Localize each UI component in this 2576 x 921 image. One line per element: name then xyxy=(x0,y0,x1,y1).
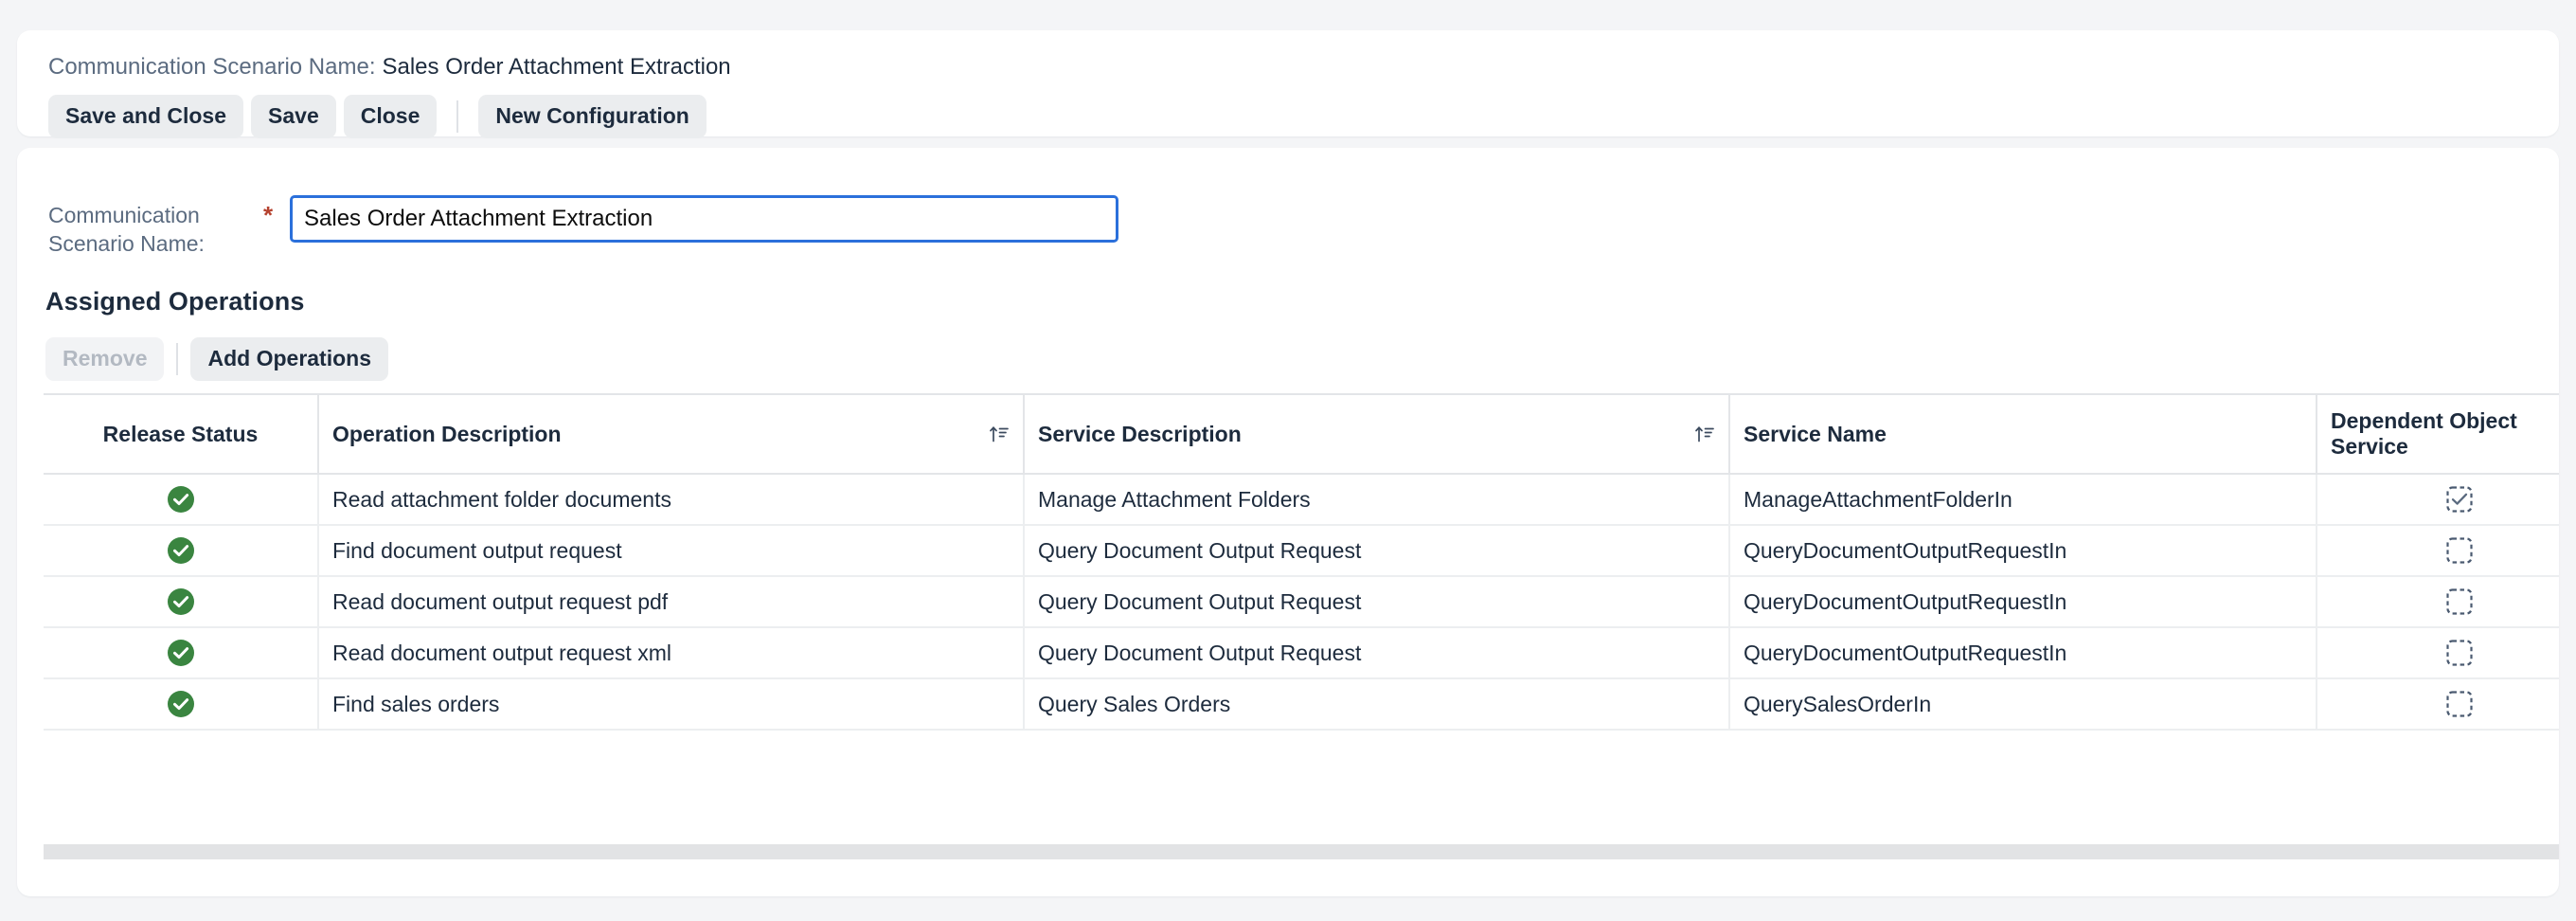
assigned-operations-title: Assigned Operations xyxy=(45,287,304,316)
toolbar-divider xyxy=(456,100,458,133)
cell-release-status xyxy=(44,474,318,525)
scenario-header-line: Communication Scenario Name: Sales Order … xyxy=(48,54,731,81)
table-row[interactable]: Find sales ordersQuery Sales OrdersQuery… xyxy=(44,678,2559,730)
scenario-header-value: Sales Order Attachment Extraction xyxy=(382,54,730,80)
column-header-release-status[interactable]: Release Status xyxy=(44,394,318,474)
dashed-checkbox-unchecked-icon[interactable] xyxy=(2445,536,2474,565)
dashed-checkbox-unchecked-icon[interactable] xyxy=(2445,639,2474,667)
dashed-checkbox-unchecked-icon[interactable] xyxy=(2445,690,2474,718)
table-body: Read attachment folder documentsManage A… xyxy=(44,474,2559,730)
cell-dependent-object-service[interactable] xyxy=(2317,576,2559,627)
main-content-card: Communication Scenario Name: * Assigned … xyxy=(17,148,2559,896)
column-header-operation-description[interactable]: Operation Description xyxy=(318,394,1024,474)
cell-service-name: QueryDocumentOutputRequestIn xyxy=(1729,576,2317,627)
column-header-service-description[interactable]: Service Description xyxy=(1024,394,1729,474)
horizontal-scrollbar[interactable] xyxy=(44,844,2559,859)
cell-service-name: QueryDocumentOutputRequestIn xyxy=(1729,627,2317,678)
table-toolbar-divider xyxy=(176,343,178,375)
dashed-checkbox-checked-icon[interactable] xyxy=(2445,485,2474,514)
cell-release-status xyxy=(44,576,318,627)
close-button[interactable]: Close xyxy=(344,95,438,138)
new-configuration-button[interactable]: New Configuration xyxy=(478,95,706,138)
column-header-operation-description-label: Operation Description xyxy=(332,422,562,447)
table-row[interactable]: Find document output requestQuery Docume… xyxy=(44,525,2559,576)
table-row[interactable]: Read document output request pdfQuery Do… xyxy=(44,576,2559,627)
cell-operation-description: Read document output request pdf xyxy=(318,576,1024,627)
cell-service-name: QuerySalesOrderIn xyxy=(1729,678,2317,730)
table-row[interactable]: Read document output request xmlQuery Do… xyxy=(44,627,2559,678)
scenario-name-field-row: Communication Scenario Name: * xyxy=(48,195,1118,258)
green-check-circle-icon xyxy=(167,690,195,718)
scenario-header-label: Communication Scenario Name: xyxy=(48,54,375,80)
cell-dependent-object-service[interactable] xyxy=(2317,627,2559,678)
cell-release-status xyxy=(44,678,318,730)
table-header-row: Release Status Operation Description xyxy=(44,394,2559,474)
cell-release-status xyxy=(44,627,318,678)
cell-service-name: QueryDocumentOutputRequestIn xyxy=(1729,525,2317,576)
scenario-name-field-label: Communication Scenario Name: xyxy=(48,195,252,258)
cell-service-name: ManageAttachmentFolderIn xyxy=(1729,474,2317,525)
header-toolbar: Save and Close Save Close New Configurat… xyxy=(48,95,707,138)
cell-service-description: Query Sales Orders xyxy=(1024,678,1729,730)
green-check-circle-icon xyxy=(167,536,195,565)
dashed-checkbox-unchecked-icon[interactable] xyxy=(2445,587,2474,616)
page-root: Communication Scenario Name: Sales Order … xyxy=(0,0,2576,921)
green-check-circle-icon xyxy=(167,639,195,667)
column-header-release-status-label: Release Status xyxy=(103,422,259,447)
remove-button[interactable]: Remove xyxy=(45,337,164,381)
save-button[interactable]: Save xyxy=(251,95,336,138)
cell-operation-description: Read attachment folder documents xyxy=(318,474,1024,525)
cell-release-status xyxy=(44,525,318,576)
green-check-circle-icon xyxy=(167,587,195,616)
sort-ascending-icon[interactable] xyxy=(1694,424,1715,444)
cell-dependent-object-service[interactable] xyxy=(2317,474,2559,525)
cell-service-description: Query Document Output Request xyxy=(1024,525,1729,576)
cell-service-description: Query Document Output Request xyxy=(1024,576,1729,627)
scenario-name-input[interactable] xyxy=(290,195,1118,243)
cell-dependent-object-service[interactable] xyxy=(2317,678,2559,730)
cell-service-description: Query Document Output Request xyxy=(1024,627,1729,678)
add-operations-button[interactable]: Add Operations xyxy=(190,337,388,381)
required-asterisk-icon: * xyxy=(252,195,290,230)
assigned-operations-table-wrap: Release Status Operation Description xyxy=(44,393,2559,731)
column-header-service-name[interactable]: Service Name xyxy=(1729,394,2317,474)
cell-operation-description: Find document output request xyxy=(318,525,1024,576)
header-card: Communication Scenario Name: Sales Order … xyxy=(17,30,2559,136)
table-toolbar: Remove Add Operations xyxy=(45,337,388,381)
column-header-service-description-label: Service Description xyxy=(1038,422,1242,447)
table-header: Release Status Operation Description xyxy=(44,394,2559,474)
assigned-operations-table: Release Status Operation Description xyxy=(44,393,2559,731)
table-row[interactable]: Read attachment folder documentsManage A… xyxy=(44,474,2559,525)
column-header-service-name-label: Service Name xyxy=(1744,422,1887,447)
green-check-circle-icon xyxy=(167,485,195,514)
column-header-dependent-object-service-label: Dependent Object Service xyxy=(2331,408,2559,460)
cell-service-description: Manage Attachment Folders xyxy=(1024,474,1729,525)
cell-operation-description: Read document output request xml xyxy=(318,627,1024,678)
column-header-dependent-object-service[interactable]: Dependent Object Service xyxy=(2317,394,2559,474)
cell-operation-description: Find sales orders xyxy=(318,678,1024,730)
cell-dependent-object-service[interactable] xyxy=(2317,525,2559,576)
sort-ascending-icon[interactable] xyxy=(989,424,1010,444)
save-and-close-button[interactable]: Save and Close xyxy=(48,95,243,138)
